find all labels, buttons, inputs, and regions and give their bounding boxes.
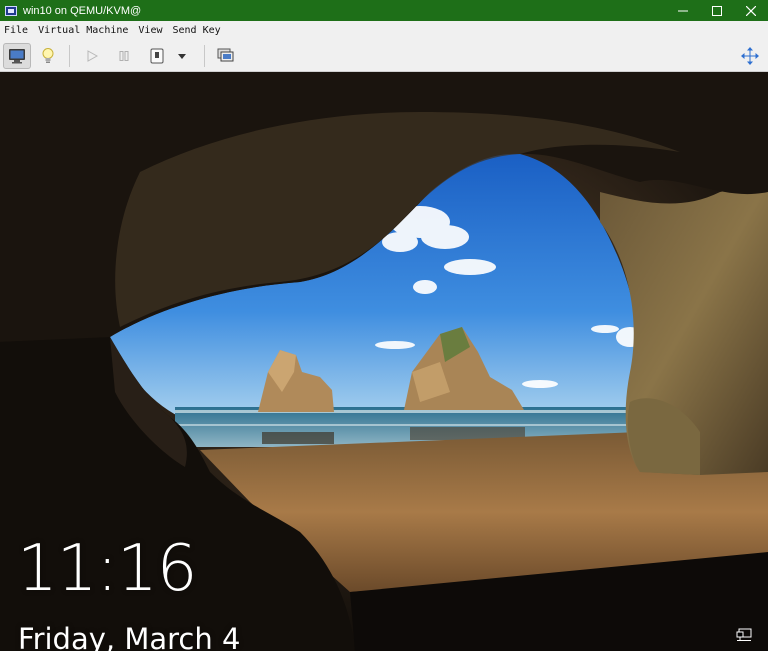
maximize-icon [712, 5, 722, 16]
vm-display[interactable]: 11:16 Friday, March 4 [0, 72, 768, 651]
maximize-button[interactable] [700, 0, 734, 21]
fullscreen-button[interactable] [736, 43, 764, 69]
menu-virtual-machine[interactable]: Virtual Machine [33, 21, 133, 40]
console-monitor-icon [9, 49, 25, 64]
console-button[interactable] [3, 43, 31, 69]
shutdown-button[interactable] [143, 43, 171, 69]
shutdown-icon [150, 48, 164, 64]
window-title: win10 on QEMU/KVM@ [23, 4, 142, 17]
menu-view[interactable]: View [133, 21, 167, 40]
menu-bar: File Virtual Machine View Send Key [0, 21, 768, 40]
menu-send-key[interactable]: Send Key [168, 21, 226, 40]
close-icon [746, 5, 756, 16]
toolbar [0, 40, 768, 72]
app-icon [5, 5, 17, 16]
minimize-button[interactable] [666, 0, 700, 21]
snapshots-icon [217, 48, 234, 62]
pause-icon [119, 51, 129, 61]
minimize-icon [678, 10, 688, 11]
run-button[interactable] [78, 43, 106, 69]
snapshots-button[interactable] [212, 43, 240, 69]
window-titlebar[interactable]: win10 on QEMU/KVM@ [0, 0, 768, 21]
lockscreen-date: Friday, March 4 [18, 622, 241, 651]
close-button[interactable] [734, 0, 768, 21]
fullscreen-icon [741, 47, 759, 65]
details-button[interactable] [34, 43, 62, 69]
menu-file[interactable]: File [0, 21, 33, 40]
details-lightbulb-icon [42, 48, 54, 63]
pause-button[interactable] [110, 43, 138, 69]
lockscreen-time: 11:16 [17, 532, 197, 606]
toolbar-separator [69, 45, 70, 67]
shutdown-menu-button[interactable] [171, 43, 193, 69]
run-play-icon [87, 50, 98, 62]
dropdown-arrow-icon [178, 53, 186, 59]
network-icon[interactable] [736, 628, 752, 642]
toolbar-separator [204, 45, 205, 67]
